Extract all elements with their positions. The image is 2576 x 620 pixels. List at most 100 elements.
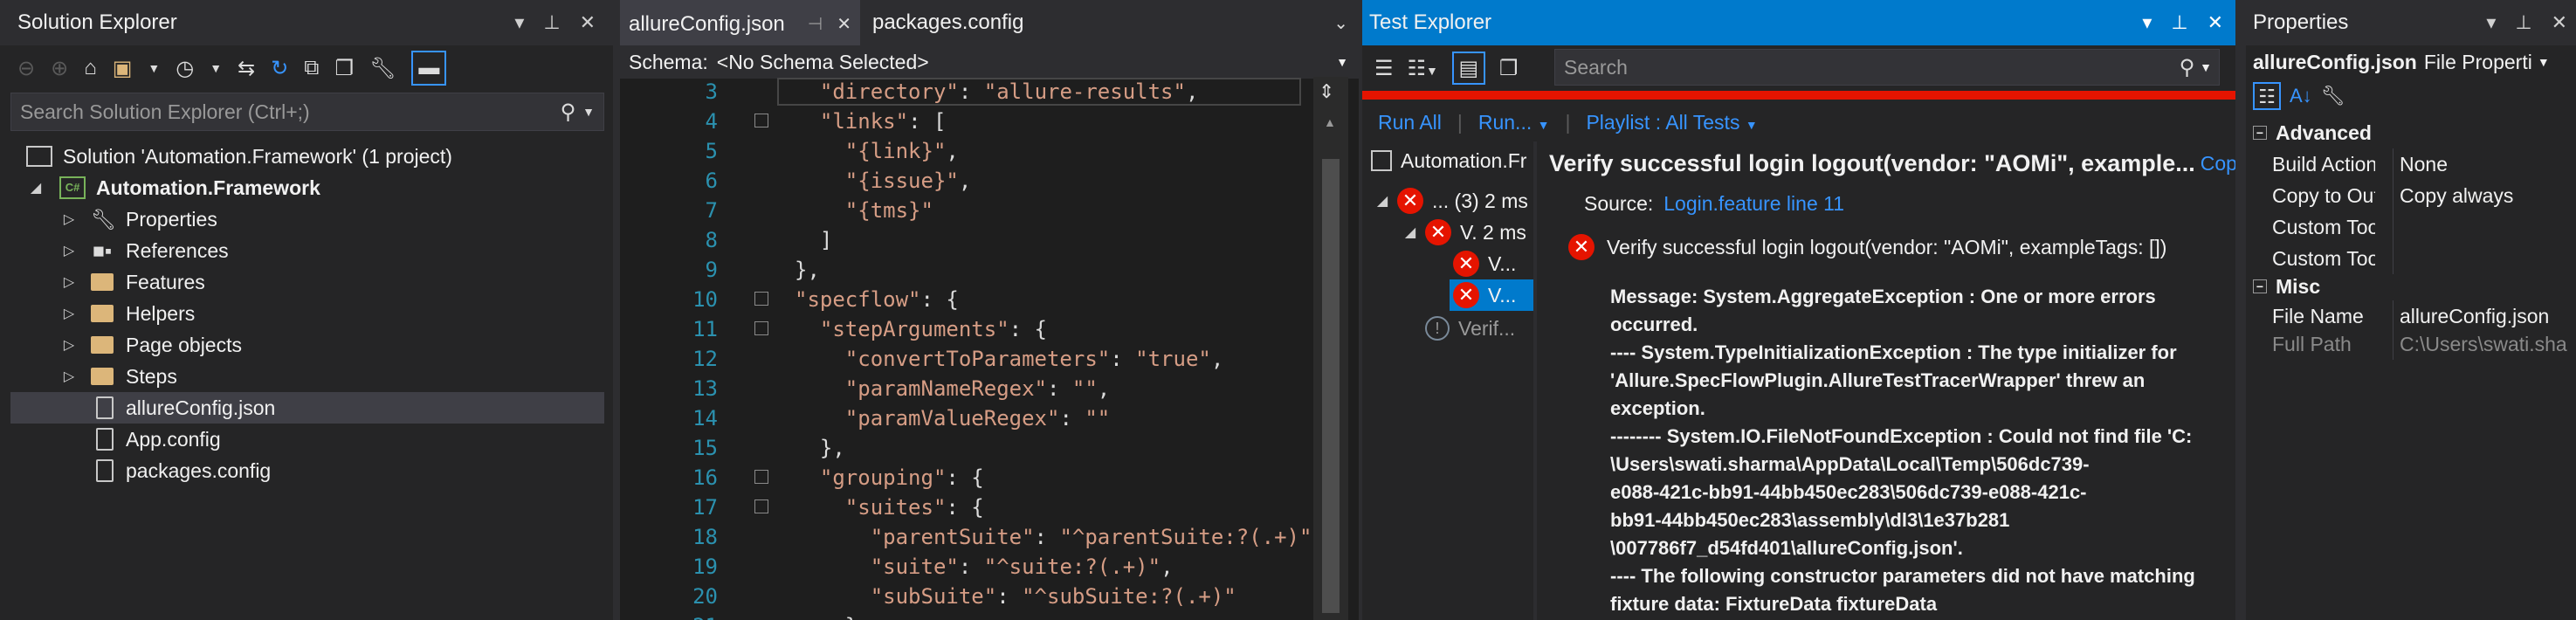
tree-detail-splitter[interactable] xyxy=(1533,141,1537,620)
collapse-all-icon[interactable]: ⧉ xyxy=(304,56,319,80)
collapsed-arrow-icon[interactable]: ▷ xyxy=(59,336,79,354)
splitter[interactable] xyxy=(2235,0,2246,620)
close-icon[interactable]: ✕ xyxy=(2552,11,2567,34)
chevron-down-icon[interactable]: ▼ xyxy=(148,61,160,75)
test-tree-group[interactable]: ◢ ✕ ... (3) 2 ms xyxy=(1373,185,1528,217)
back-icon[interactable]: ⊖ xyxy=(17,56,35,81)
columns-icon[interactable]: ▤ xyxy=(1451,52,1485,85)
fold-toggle-icon[interactable] xyxy=(754,292,768,306)
property-row[interactable]: Build Action None xyxy=(2246,148,2576,180)
scrollbar-thumb[interactable] xyxy=(1322,159,1340,613)
dropdown-icon[interactable]: ▾ xyxy=(2142,11,2152,34)
property-row[interactable]: Copy to Outp Copy always xyxy=(2246,180,2576,211)
home-icon[interactable]: ⌂ xyxy=(84,56,97,80)
tree-item-solution[interactable]: Solution 'Automation.Framework' (1 proje… xyxy=(26,141,452,172)
show-all-files-icon[interactable]: ❐ xyxy=(334,56,354,81)
property-row[interactable]: File Name allureConfig.json xyxy=(2246,300,2576,332)
tree-item-helpers[interactable]: ▷ Helpers xyxy=(59,298,195,329)
tab-packages-config[interactable]: packages.config xyxy=(860,0,1036,45)
chevron-down-icon[interactable]: ▼ xyxy=(2538,55,2550,69)
tree-item-allureconfig[interactable]: allureConfig.json xyxy=(10,392,604,424)
tab-allureconfig[interactable]: allureConfig.json ⊣ ✕ xyxy=(620,0,860,45)
group-by-icon[interactable]: ☰ xyxy=(1374,56,1394,81)
test-tree-subgroup[interactable]: ◢ ✕ V. 2 ms xyxy=(1401,217,1526,248)
fold-toggle-icon[interactable] xyxy=(754,470,768,484)
tree-item-project[interactable]: ◢ C# Automation.Framework xyxy=(26,172,320,203)
schema-dropdown[interactable]: <No Schema Selected> xyxy=(717,51,1336,74)
scroll-up-icon[interactable]: ▲ xyxy=(1324,115,1336,129)
chevron-down-icon[interactable]: ▼ xyxy=(582,105,595,119)
tree-item-packages-config[interactable]: packages.config xyxy=(96,455,271,486)
property-value[interactable]: allureConfig.json xyxy=(2400,305,2549,328)
search-icon[interactable]: ⚲ xyxy=(2180,55,2195,80)
pin-icon[interactable]: ⊣ xyxy=(808,13,823,35)
fold-toggle-icon[interactable] xyxy=(754,114,768,127)
pin-icon[interactable]: ⊥ xyxy=(543,11,560,34)
group-by-dropdown-icon[interactable]: ☷▼ xyxy=(1408,56,1438,81)
code-area[interactable]: 3456789101112131415161718192021 "directo… xyxy=(620,77,1325,620)
test-tree-item-selected[interactable]: ✕ V... xyxy=(1450,279,1533,311)
pin-icon[interactable]: ⊥ xyxy=(2515,11,2531,34)
copy-link[interactable]: Cop xyxy=(2201,152,2235,176)
collapse-icon[interactable]: − xyxy=(2253,126,2267,140)
collapsed-arrow-icon[interactable]: ▷ xyxy=(59,368,79,385)
solution-explorer-search[interactable]: Search Solution Explorer (Ctrl+;) ⚲ ▼ xyxy=(10,93,604,131)
property-row[interactable]: Custom Tool xyxy=(2246,211,2576,243)
preview-icon[interactable]: ▬ xyxy=(411,51,447,86)
categorized-icon[interactable]: ☷ xyxy=(2253,82,2281,110)
pin-icon[interactable]: ⊥ xyxy=(2171,11,2187,34)
collapse-icon[interactable]: − xyxy=(2253,279,2267,293)
tree-item-references[interactable]: ▷ ■▪ References xyxy=(59,235,229,266)
property-value[interactable]: None xyxy=(2400,153,2448,176)
property-value[interactable]: C:\Users\swati.sha xyxy=(2400,333,2567,356)
dropdown-icon[interactable]: ▾ xyxy=(514,11,524,34)
close-icon[interactable]: ✕ xyxy=(837,13,851,35)
refresh-icon[interactable]: ↻ xyxy=(271,56,288,81)
dropdown-icon[interactable]: ▾ xyxy=(2486,11,2496,34)
property-value[interactable]: Copy always xyxy=(2400,184,2513,208)
chevron-down-icon[interactable]: ▼ xyxy=(2200,60,2212,74)
collapsed-arrow-icon[interactable]: ▷ xyxy=(59,210,79,228)
property-pages-icon[interactable]: 🔧︎ xyxy=(2321,85,2345,107)
expanded-arrow-icon[interactable]: ◢ xyxy=(1373,192,1392,210)
search-input[interactable]: Search Solution Explorer (Ctrl+;) xyxy=(20,100,561,124)
fold-toggle-icon[interactable] xyxy=(754,499,768,513)
properties-object-selector[interactable]: allureConfig.json File Properti ▼ xyxy=(2253,45,2576,79)
properties-wrench-icon[interactable]: 🔧︎ xyxy=(369,56,396,81)
tree-item-app-config[interactable]: App.config xyxy=(96,424,221,455)
playlist-dropdown[interactable]: Playlist : All Tests ▼ xyxy=(1586,111,1757,134)
collapsed-arrow-icon[interactable]: ▷ xyxy=(59,305,79,322)
chevron-down-icon[interactable]: ▼ xyxy=(1336,55,1348,69)
tree-item-properties[interactable]: ▷ 🔧︎ Properties xyxy=(59,203,217,235)
expanded-arrow-icon[interactable]: ◢ xyxy=(1401,224,1420,241)
pending-changes-icon[interactable]: ◷ xyxy=(176,56,194,81)
splitter[interactable] xyxy=(613,0,620,620)
forward-icon[interactable]: ⊕ xyxy=(51,56,68,81)
run-all-link[interactable]: Run All xyxy=(1378,111,1442,134)
test-tree-item[interactable]: ✕ V... xyxy=(1453,248,1516,279)
copy-icon[interactable]: ❐ xyxy=(1499,56,1519,81)
section-misc[interactable]: − Misc xyxy=(2246,271,2320,302)
tab-overflow-icon[interactable]: ⌄ xyxy=(1333,12,1348,34)
tree-item-page-objects[interactable]: ▷ Page objects xyxy=(59,329,242,361)
test-tree-item[interactable]: ! Verif... xyxy=(1425,313,1515,344)
tree-item-steps[interactable]: ▷ Steps xyxy=(59,361,177,392)
section-advanced[interactable]: − Advanced xyxy=(2246,117,2372,148)
switch-views-icon[interactable]: ▣ xyxy=(113,56,133,81)
close-icon[interactable]: ✕ xyxy=(580,11,596,34)
test-tree-project[interactable]: Automation.Fr xyxy=(1371,145,1526,176)
split-editor-icon[interactable]: ⇕ xyxy=(1319,80,1334,103)
fold-toggle-icon[interactable] xyxy=(754,321,768,335)
expanded-arrow-icon[interactable]: ◢ xyxy=(26,179,45,196)
collapsed-arrow-icon[interactable]: ▷ xyxy=(59,273,79,291)
source-link[interactable]: Login.feature line 11 xyxy=(1663,192,1844,216)
collapsed-arrow-icon[interactable]: ▷ xyxy=(59,242,79,259)
test-explorer-search[interactable]: Search ⚲ ▼ xyxy=(1554,49,2220,86)
run-dropdown-link[interactable]: Run... ▼ xyxy=(1478,111,1550,134)
search-icon[interactable]: ⚲ xyxy=(561,100,576,125)
search-input[interactable]: Search xyxy=(1564,56,2180,79)
tree-item-features[interactable]: ▷ Features xyxy=(59,266,205,298)
chevron-down-icon[interactable]: ▼ xyxy=(210,61,222,75)
alphabetical-icon[interactable]: A↓ xyxy=(2290,85,2312,107)
property-row[interactable]: Full Path C:\Users\swati.sha xyxy=(2246,328,2576,360)
